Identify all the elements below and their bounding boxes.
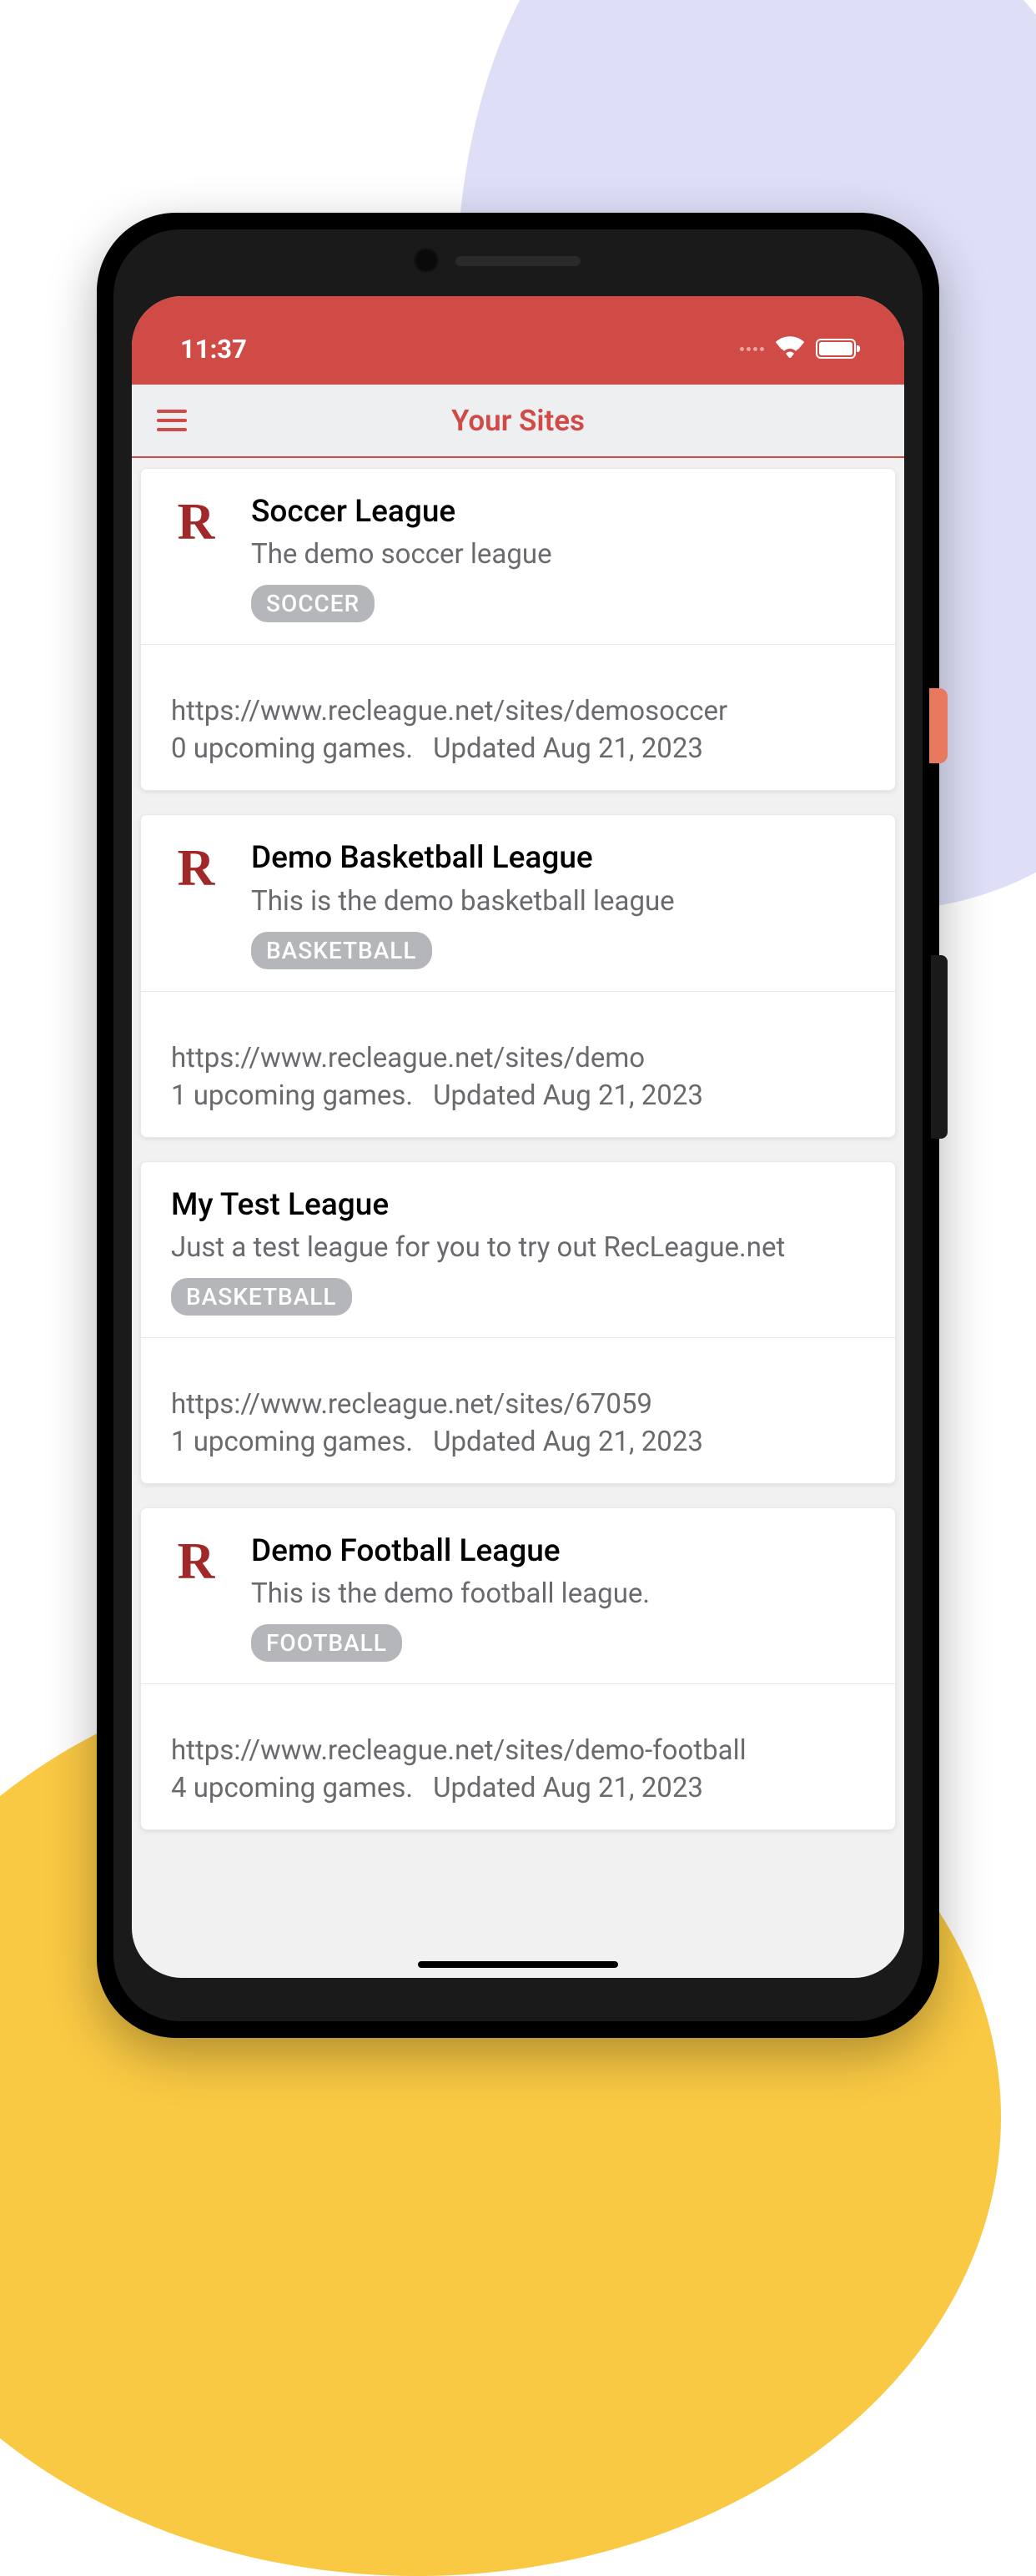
site-info: My Test League Just a test league for you…	[171, 1187, 868, 1316]
site-card[interactable]: R Soccer League The demo soccer league SOCC…	[140, 468, 896, 791]
site-url: https://www.recleague.net/sites/demosocc…	[171, 695, 865, 727]
site-title: Demo Football League	[251, 1533, 868, 1570]
sport-badge: BASKETBALL	[251, 932, 432, 969]
site-logo: R	[171, 843, 221, 893]
site-info: Demo Basketball League This is the demo b…	[251, 840, 868, 969]
status-bar: 11:37	[132, 296, 904, 385]
site-title: Soccer League	[251, 494, 868, 531]
page-title: Your Sites	[451, 404, 585, 438]
app-bar: Your Sites	[132, 385, 904, 458]
site-card-header: My Test League Just a test league for you…	[141, 1162, 895, 1337]
wifi-icon	[776, 334, 804, 365]
sites-list[interactable]: R Soccer League The demo soccer league SOCC…	[132, 458, 904, 1839]
site-subtitle: This is the demo basketball league	[251, 884, 868, 920]
site-url: https://www.recleague.net/sites/67059	[171, 1388, 865, 1421]
site-title: Demo Basketball League	[251, 840, 868, 877]
site-info: Soccer League The demo soccer league SOCCE…	[251, 494, 868, 622]
updated-date: Updated Aug 21, 2023	[433, 732, 703, 765]
site-card-header: R Demo Basketball League This is the demo …	[141, 815, 895, 990]
phone-device-frame: 11:37 Your Sites RS	[97, 213, 939, 2038]
phone-side-button-volume	[931, 955, 948, 1139]
phone-speaker	[455, 256, 581, 266]
site-card-footer: https://www.recleague.net/sites/67059 1 u…	[141, 1338, 895, 1483]
site-card-footer: https://www.recleague.net/sites/demo 1 up…	[141, 992, 895, 1137]
upcoming-games: 1 upcoming games.	[171, 1426, 413, 1458]
sport-badge: SOCCER	[251, 585, 375, 622]
site-subtitle: The demo soccer league	[251, 537, 868, 573]
cellular-signal-icon	[740, 347, 764, 351]
site-card[interactable]: R Demo Basketball League This is the demo …	[140, 814, 896, 1137]
updated-date: Updated Aug 21, 2023	[433, 1772, 703, 1804]
sport-badge: FOOTBALL	[251, 1624, 402, 1662]
site-card[interactable]: R Demo Football League This is the demo fo…	[140, 1507, 896, 1830]
site-url: https://www.recleague.net/sites/demo-foo…	[171, 1734, 865, 1767]
phone-screen: 11:37 Your Sites RS	[132, 296, 904, 1978]
site-card-header: R Soccer League The demo soccer league SOCC…	[141, 469, 895, 644]
upcoming-games: 1 upcoming games.	[171, 1079, 413, 1112]
site-card-footer: https://www.recleague.net/sites/demo-foo…	[141, 1684, 895, 1829]
phone-camera	[414, 248, 439, 273]
site-card-footer: https://www.recleague.net/sites/demosocc…	[141, 645, 895, 790]
site-logo: R	[171, 1537, 221, 1587]
site-title: My Test League	[171, 1187, 868, 1224]
status-indicators	[740, 334, 856, 365]
site-subtitle: This is the demo football league.	[251, 1577, 868, 1613]
site-card[interactable]: My Test League Just a test league for you…	[140, 1161, 896, 1484]
site-meta-row: 1 upcoming games. Updated Aug 21, 2023	[171, 1079, 865, 1112]
site-meta-row: 1 upcoming games. Updated Aug 21, 2023	[171, 1426, 865, 1458]
updated-date: Updated Aug 21, 2023	[433, 1426, 703, 1458]
site-subtitle: Just a test league for you to try out Re…	[171, 1230, 868, 1266]
hamburger-icon	[157, 410, 187, 413]
site-card-header: R Demo Football League This is the demo fo…	[141, 1508, 895, 1683]
site-meta-row: 4 upcoming games. Updated Aug 21, 2023	[171, 1772, 865, 1804]
upcoming-games: 4 upcoming games.	[171, 1772, 413, 1804]
menu-button[interactable]	[148, 401, 195, 440]
site-logo: R	[171, 497, 221, 547]
battery-icon	[816, 339, 856, 359]
updated-date: Updated Aug 21, 2023	[433, 1079, 703, 1112]
upcoming-games: 0 upcoming games.	[171, 732, 413, 765]
sport-badge: BASKETBALL	[171, 1278, 352, 1316]
status-time: 11:37	[180, 334, 247, 365]
site-info: Demo Football League This is the demo foo…	[251, 1533, 868, 1662]
site-url: https://www.recleague.net/sites/demo	[171, 1042, 865, 1074]
home-indicator[interactable]	[418, 1961, 618, 1968]
phone-side-button-power	[929, 688, 948, 763]
site-meta-row: 0 upcoming games. Updated Aug 21, 2023	[171, 732, 865, 765]
